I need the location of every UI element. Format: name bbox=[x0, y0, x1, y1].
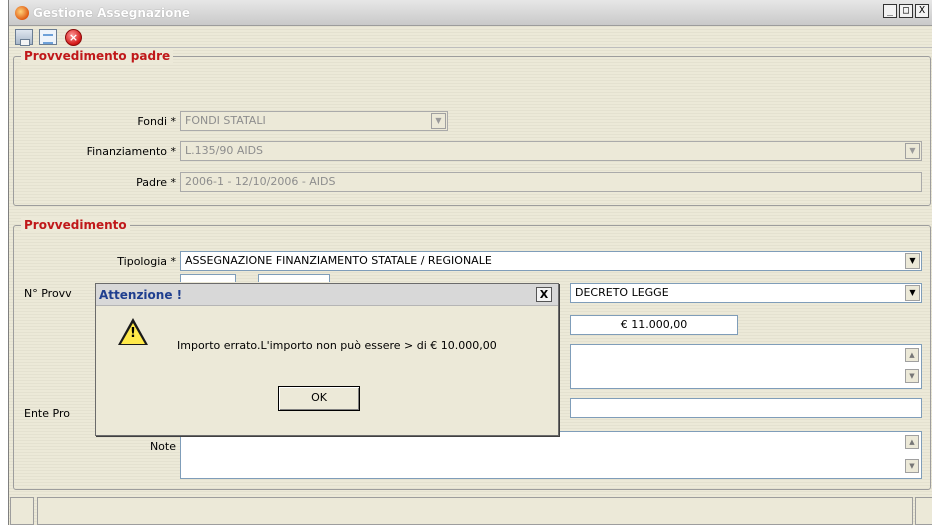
finanziamento-value: L.135/90 AIDS bbox=[185, 144, 264, 157]
close-circle-icon[interactable]: × bbox=[65, 29, 82, 46]
scroll-up-icon[interactable]: ▲ bbox=[905, 348, 919, 362]
fondi-label: Fondi * bbox=[137, 115, 176, 128]
scroll-up-icon[interactable]: ▲ bbox=[905, 435, 919, 449]
dialog-close-button[interactable]: X bbox=[536, 287, 552, 302]
importo-field[interactable]: € 11.000,00 bbox=[570, 315, 738, 335]
toolbar: × bbox=[9, 26, 932, 48]
padre-field: 2006-1 - 12/10/2006 - AIDS bbox=[180, 172, 922, 192]
list-icon[interactable] bbox=[39, 29, 57, 45]
provvedimento-legend: Provvedimento bbox=[21, 218, 130, 232]
note-label: Note bbox=[149, 440, 176, 453]
close-window-button[interactable]: X bbox=[915, 4, 929, 18]
chevron-down-icon[interactable]: ▼ bbox=[905, 253, 920, 269]
chevron-down-icon: ▼ bbox=[905, 143, 920, 159]
fondi-select: FONDI STATALI ▼ bbox=[180, 111, 448, 131]
finanziamento-label: Finanziamento * bbox=[86, 145, 176, 158]
chevron-down-icon: ▼ bbox=[431, 113, 446, 129]
app-icon bbox=[15, 6, 29, 20]
ente-field[interactable] bbox=[570, 398, 922, 418]
parent-provvedimento-group: Provvedimento padre Fondi * FONDI STATAL… bbox=[13, 49, 931, 206]
tipologia-value: ASSEGNAZIONE FINANZIAMENTO STATALE / REG… bbox=[185, 254, 492, 267]
status-panel-right bbox=[915, 497, 932, 525]
attenzione-dialog: Attenzione ! X ! Importo errato.L'import… bbox=[95, 283, 559, 436]
tipo-atto-select[interactable]: DECRETO LEGGE ▼ bbox=[570, 283, 922, 303]
ok-button[interactable]: OK bbox=[278, 386, 360, 411]
save-icon[interactable] bbox=[15, 29, 33, 46]
window-title: Gestione Assegnazione bbox=[33, 6, 191, 20]
title-bar: Gestione Assegnazione _ □ X bbox=[9, 0, 932, 26]
tipologia-select[interactable]: ASSEGNAZIONE FINANZIAMENTO STATALE / REG… bbox=[180, 251, 922, 271]
padre-label: Padre * bbox=[136, 176, 176, 189]
warning-exclamation: ! bbox=[130, 326, 136, 341]
status-panel-left bbox=[10, 497, 34, 525]
chevron-down-icon[interactable]: ▼ bbox=[905, 285, 920, 301]
fondi-value: FONDI STATALI bbox=[185, 114, 266, 127]
numero-field[interactable] bbox=[180, 274, 236, 282]
numero-provvedimento-label: N° Provv bbox=[24, 287, 72, 300]
importo-value: € 11.000,00 bbox=[620, 318, 688, 331]
maximize-button[interactable]: □ bbox=[899, 4, 913, 18]
ente-label: Ente Pro bbox=[24, 407, 70, 420]
dialog-title: Attenzione ! bbox=[99, 288, 183, 302]
oggetto-textarea[interactable]: ▲ ▼ bbox=[570, 344, 922, 389]
scroll-down-icon[interactable]: ▼ bbox=[905, 459, 919, 473]
gestione-assegnazione-window: Gestione Assegnazione _ □ X × Provvedime… bbox=[8, 0, 932, 525]
parent-group-legend: Provvedimento padre bbox=[21, 49, 174, 63]
note-textarea[interactable]: ▲ ▼ bbox=[180, 431, 922, 479]
scroll-down-icon[interactable]: ▼ bbox=[905, 369, 919, 383]
status-panel-main bbox=[37, 497, 913, 525]
tipologia-label: Tipologia * bbox=[117, 255, 176, 268]
data-field[interactable] bbox=[258, 274, 330, 282]
dialog-title-bar: Attenzione ! X bbox=[96, 284, 558, 306]
padre-value: 2006-1 - 12/10/2006 - AIDS bbox=[185, 175, 336, 188]
minimize-button[interactable]: _ bbox=[883, 4, 897, 18]
tipo-atto-value: DECRETO LEGGE bbox=[575, 286, 669, 299]
dialog-message: Importo errato.L'importo non può essere … bbox=[177, 339, 497, 352]
finanziamento-select: L.135/90 AIDS ▼ bbox=[180, 141, 922, 161]
